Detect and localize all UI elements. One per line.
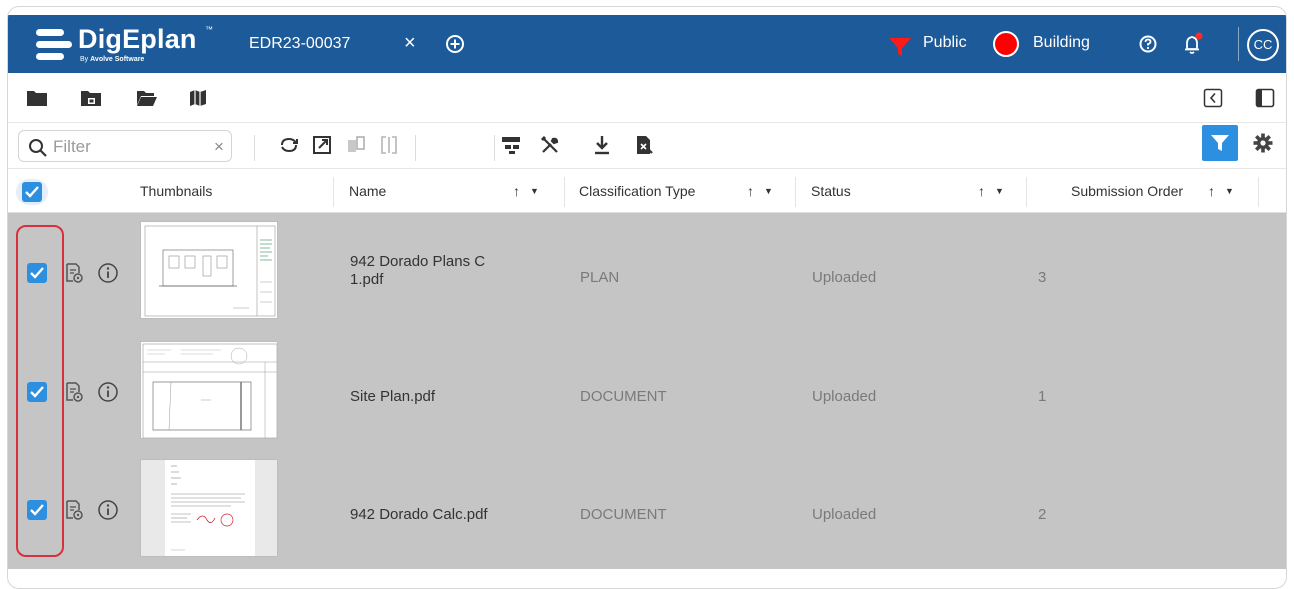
table-header: Thumbnails Name ↑ ▼ Classification Type …: [8, 169, 1286, 213]
classification-cell: PLAN: [580, 269, 620, 286]
document-thumbnail[interactable]: [140, 221, 278, 319]
select-all-check: [22, 182, 42, 202]
filter-name-icon[interactable]: ▼: [530, 186, 539, 196]
submission-order-cell: 2: [1038, 506, 1047, 523]
department-label[interactable]: Building: [1033, 34, 1090, 52]
app-window: DigEplan ™ By Avolve Software EDR23-0003…: [7, 6, 1287, 589]
view-nav-bar: [8, 73, 1286, 123]
department-status-dot[interactable]: [993, 31, 1019, 57]
refresh-icon[interactable]: [278, 134, 300, 156]
table-row[interactable]: 942 Dorado Plans C 1.pdf PLAN Uploaded 3: [8, 213, 1286, 331]
brand-trademark: ™: [205, 25, 213, 34]
file-name-line: 942 Dorado Plans C: [350, 253, 486, 270]
tools-icon[interactable]: [539, 134, 561, 156]
sort-status-icon[interactable]: ↑: [978, 183, 985, 199]
file-name-cell[interactable]: 942 Dorado Plans C 1.pdf: [350, 253, 485, 289]
logo-mark-icon: [36, 29, 72, 61]
notification-bell-icon[interactable]: [1182, 32, 1204, 56]
filter-classification-icon[interactable]: ▼: [764, 186, 773, 196]
search-icon: [29, 139, 47, 157]
classification-cell: DOCUMENT: [580, 388, 667, 405]
user-avatar[interactable]: CC: [1247, 29, 1279, 61]
file-name-line: 1.pdf: [350, 271, 384, 288]
document-thumbnail[interactable]: [140, 341, 278, 439]
file-name-cell[interactable]: Site Plan.pdf: [350, 388, 435, 405]
compare-icon[interactable]: [345, 134, 367, 156]
filter-status-icon[interactable]: ▼: [995, 186, 1004, 196]
sort-classification-icon[interactable]: ↑: [747, 183, 754, 199]
status-cell: Uploaded: [812, 506, 877, 523]
download-icon[interactable]: [591, 134, 613, 156]
calc-document-thumbnail: [141, 460, 277, 556]
file-export-icon[interactable]: [633, 134, 655, 156]
app-header: DigEplan ™ By Avolve Software EDR23-0003…: [8, 15, 1286, 73]
toolbar-divider: [415, 135, 416, 161]
plan-drawing-thumbnail: [144, 225, 276, 317]
brand-name: DigEplan: [78, 24, 197, 54]
table-body: 942 Dorado Plans C 1.pdf PLAN Uploaded 3: [8, 213, 1286, 569]
document-thumbnail[interactable]: [140, 459, 278, 557]
sort-order-icon[interactable]: ↑: [1208, 183, 1215, 199]
info-icon[interactable]: [97, 381, 119, 403]
info-icon[interactable]: [97, 499, 119, 521]
site-plan-thumbnail: [142, 343, 277, 438]
toolbar-divider: [254, 135, 255, 161]
panel-toggle-icon[interactable]: [1255, 88, 1275, 108]
classification-cell: DOCUMENT: [580, 506, 667, 523]
filter-toggle-button[interactable]: [1202, 125, 1238, 161]
visibility-filter-icon[interactable]: [888, 37, 912, 57]
document-settings-icon[interactable]: [63, 499, 85, 521]
brand-byline: By Avolve Software: [80, 56, 145, 63]
document-settings-icon[interactable]: [63, 262, 85, 284]
filter-box: ×: [18, 130, 232, 162]
action-toolbar: ×: [8, 123, 1286, 169]
document-settings-icon[interactable]: [63, 381, 85, 403]
folder-lock-icon[interactable]: [80, 88, 102, 108]
funnel-icon: [1211, 135, 1229, 151]
filter-input[interactable]: [53, 136, 203, 158]
folder-open-icon[interactable]: [136, 88, 158, 108]
column-header-name[interactable]: Name: [349, 169, 386, 213]
submission-order-cell: 1: [1038, 388, 1047, 405]
filter-order-icon[interactable]: ▼: [1225, 186, 1234, 196]
submission-order-cell: 3: [1038, 269, 1047, 286]
column-header-status[interactable]: Status: [811, 169, 851, 213]
checkbox-highlight-outline: [16, 225, 64, 557]
collapse-left-icon[interactable]: [1203, 88, 1223, 108]
column-header-classification[interactable]: Classification Type: [579, 169, 695, 213]
close-tab-icon[interactable]: ×: [404, 33, 416, 53]
digeplan-logo[interactable]: DigEplan ™ By Avolve Software: [36, 23, 236, 67]
info-icon[interactable]: [97, 262, 119, 284]
tab-document[interactable]: EDR23-00037: [249, 35, 350, 53]
column-divider: [795, 177, 796, 207]
sort-name-icon[interactable]: ↑: [513, 183, 520, 199]
header-divider: [1238, 27, 1239, 61]
select-all-checkbox[interactable]: [16, 179, 48, 205]
file-name-cell[interactable]: 942 Dorado Calc.pdf: [350, 506, 488, 523]
status-cell: Uploaded: [812, 388, 877, 405]
column-divider: [1258, 177, 1259, 207]
add-tab-icon[interactable]: [445, 34, 465, 54]
status-cell: Uploaded: [812, 269, 877, 286]
column-divider: [564, 177, 565, 207]
help-icon[interactable]: [1139, 35, 1157, 53]
open-external-icon[interactable]: [311, 134, 333, 156]
hierarchy-icon[interactable]: [500, 134, 522, 156]
table-row[interactable]: Site Plan.pdf DOCUMENT Uploaded 1: [8, 331, 1286, 449]
split-view-icon[interactable]: [378, 134, 400, 156]
clear-filter-icon[interactable]: ×: [214, 137, 224, 157]
column-divider: [333, 177, 334, 207]
column-divider: [1026, 177, 1027, 207]
folder-icon[interactable]: [26, 88, 48, 108]
table-row[interactable]: 942 Dorado Calc.pdf DOCUMENT Uploaded 2: [8, 449, 1286, 567]
map-icon[interactable]: [188, 88, 210, 108]
column-header-thumbnails: Thumbnails: [140, 183, 213, 199]
gear-icon[interactable]: [1252, 132, 1274, 154]
column-header-submission-order[interactable]: Submission Order: [1071, 169, 1183, 213]
visibility-label[interactable]: Public: [923, 34, 967, 52]
toolbar-divider: [494, 135, 495, 161]
